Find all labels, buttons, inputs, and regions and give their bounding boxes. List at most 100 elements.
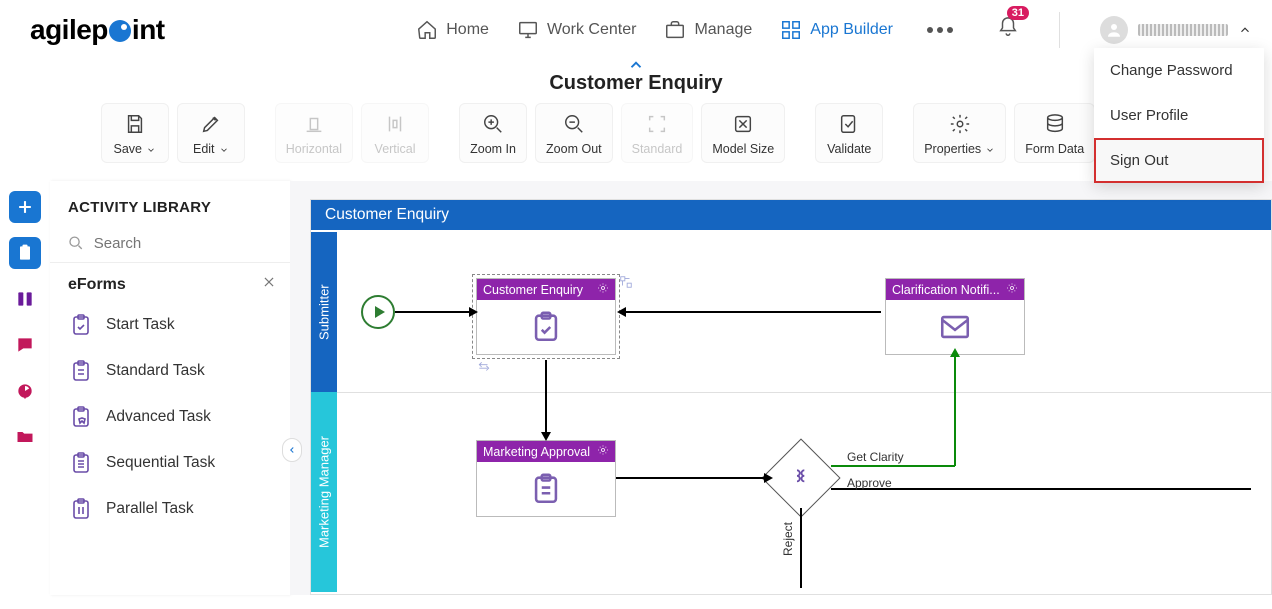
edge-label-get-clarity: Get Clarity — [847, 450, 904, 464]
tool-properties[interactable]: Properties — [913, 103, 1006, 163]
decision-node[interactable] — [761, 438, 840, 517]
tool-edit[interactable]: Edit — [177, 103, 245, 163]
node-customer-enquiry[interactable]: Customer Enquiry — [476, 278, 616, 355]
lib-item-label: Sequential Task — [106, 454, 215, 472]
nav-home[interactable]: Home — [416, 19, 489, 41]
menu-sign-out[interactable]: Sign Out — [1094, 138, 1264, 183]
tool-zoom-out[interactable]: Zoom Out — [535, 103, 613, 163]
lane-label: Submitter — [311, 232, 337, 392]
lane-separator — [337, 392, 1271, 393]
left-rail — [0, 181, 50, 595]
arrowhead-icon — [764, 473, 773, 483]
tool-horizontal: Horizontal — [275, 103, 353, 163]
tool-standard-label: Standard — [632, 142, 683, 156]
rail-report-button[interactable] — [9, 375, 41, 407]
arrowhead-icon — [617, 307, 626, 317]
process-canvas[interactable]: Customer Enquiry Submitter Marketing Man… — [310, 199, 1272, 595]
chevron-down-icon — [985, 144, 995, 154]
rail-folder-button[interactable] — [9, 421, 41, 453]
edge — [625, 311, 881, 313]
lib-item-label: Standard Task — [106, 362, 205, 380]
lib-advanced-task[interactable]: Advanced Task — [50, 394, 290, 440]
lane-submitter: Submitter — [311, 232, 337, 392]
main-area: ACTIVITY LIBRARY eForms Start Task Stand… — [0, 181, 1272, 595]
nav-manage[interactable]: Manage — [664, 19, 752, 41]
task-icon — [68, 404, 94, 430]
user-dropdown: Change Password User Profile Sign Out — [1094, 48, 1264, 183]
tool-zoom-out-label: Zoom Out — [546, 142, 602, 156]
gear-icon[interactable] — [597, 444, 609, 459]
user-menu-toggle[interactable] — [1100, 16, 1252, 44]
monitor-icon — [517, 19, 539, 41]
node-marketing-approval[interactable]: Marketing Approval — [476, 440, 616, 517]
brand-dot-icon — [109, 20, 131, 42]
search-input[interactable] — [94, 235, 272, 252]
tool-validate[interactable]: Validate — [815, 103, 883, 163]
menu-change-password[interactable]: Change Password — [1094, 48, 1264, 93]
save-icon — [124, 112, 146, 136]
tool-model-size[interactable]: Model Size — [701, 103, 785, 163]
lib-item-label: Start Task — [106, 316, 175, 334]
lane-label: Marketing Manager — [311, 392, 337, 592]
node-badge-icon — [619, 275, 633, 294]
start-node[interactable] — [361, 295, 395, 329]
canvas-title: Customer Enquiry — [311, 200, 1271, 230]
lane-marketing-manager: Marketing Manager — [311, 392, 337, 592]
chevron-down-icon — [219, 144, 229, 154]
avatar-icon — [1100, 16, 1128, 44]
close-icon[interactable] — [262, 275, 276, 294]
task-icon — [68, 496, 94, 522]
edge-label-approve: Approve — [847, 476, 892, 490]
arrowhead-icon — [950, 348, 960, 357]
align-horizontal-icon — [303, 112, 325, 136]
node-title: Customer Enquiry — [483, 283, 583, 297]
sidebar-search[interactable] — [50, 228, 290, 263]
lib-standard-task[interactable]: Standard Task — [50, 348, 290, 394]
sidebar-category: eForms — [50, 263, 290, 302]
edge-label-reject: Reject — [781, 522, 795, 556]
task-icon — [68, 312, 94, 338]
notifications-count: 31 — [1007, 6, 1029, 20]
menu-user-profile[interactable]: User Profile — [1094, 93, 1264, 138]
validate-icon — [838, 112, 860, 136]
frame-icon — [646, 112, 668, 136]
lib-parallel-task[interactable]: Parallel Task — [50, 486, 290, 532]
task-icon — [68, 450, 94, 476]
tool-vertical-label: Vertical — [375, 142, 416, 156]
collapse-header-button[interactable] — [627, 56, 645, 79]
notifications-button[interactable]: 31 — [997, 16, 1019, 43]
tool-save[interactable]: Save — [101, 103, 169, 163]
canvas-wrap: Customer Enquiry Submitter Marketing Man… — [290, 181, 1272, 595]
tool-form-data[interactable]: Form Data — [1014, 103, 1095, 163]
nav-more-icon[interactable] — [921, 27, 959, 33]
lib-sequential-task[interactable]: Sequential Task — [50, 440, 290, 486]
brand-logo: agilepint — [30, 14, 165, 46]
gear-icon — [949, 112, 971, 136]
chevron-down-icon — [146, 144, 156, 154]
gear-icon[interactable] — [597, 282, 609, 297]
rail-lanes-button[interactable] — [9, 283, 41, 315]
database-icon — [1044, 112, 1066, 136]
nav-app-builder[interactable]: App Builder — [780, 19, 893, 41]
rail-chat-button[interactable] — [9, 329, 41, 361]
nav-home-label: Home — [446, 21, 489, 39]
gear-icon[interactable] — [1006, 282, 1018, 297]
edge — [831, 488, 1251, 490]
tool-vertical: Vertical — [361, 103, 429, 163]
tool-save-label: Save — [114, 142, 143, 156]
user-name-redacted — [1138, 24, 1228, 36]
edge — [545, 360, 547, 434]
lib-start-task[interactable]: Start Task — [50, 302, 290, 348]
align-vertical-icon — [384, 112, 406, 136]
fit-icon — [732, 112, 754, 136]
tool-validate-label: Validate — [827, 142, 871, 156]
arrowhead-icon — [469, 307, 478, 317]
task-icon — [68, 358, 94, 384]
nav-work-center[interactable]: Work Center — [517, 19, 637, 41]
node-clarification[interactable]: Clarification Notifi... — [885, 278, 1025, 355]
rail-add-button[interactable] — [9, 191, 41, 223]
rail-clipboard-button[interactable] — [9, 237, 41, 269]
collapse-sidebar-button[interactable] — [282, 438, 302, 462]
tool-zoom-in[interactable]: Zoom In — [459, 103, 527, 163]
header-separator — [1059, 12, 1060, 48]
